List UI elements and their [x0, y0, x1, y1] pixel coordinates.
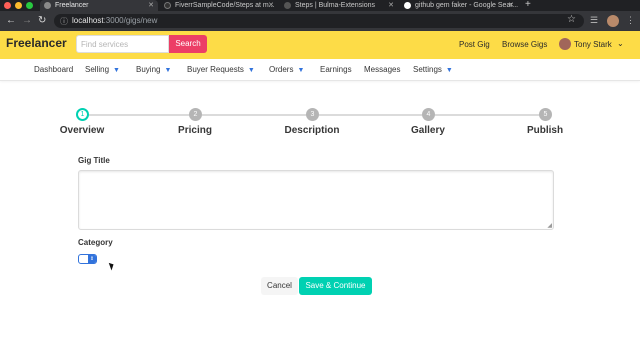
minimize-window-button[interactable]: [15, 2, 22, 9]
browser-tab-freelancer[interactable]: Freelancer ✕: [40, 0, 158, 11]
tab-title: Freelancer: [55, 2, 89, 9]
more-menu-icon[interactable]: ⋮: [626, 15, 635, 26]
step-label-pricing: Pricing: [178, 125, 212, 136]
browser-tab-google[interactable]: github gem faker - Google Sear... ✕: [400, 0, 518, 11]
gig-title-label: Gig Title: [78, 156, 110, 165]
page-icon: [284, 2, 291, 9]
post-gig-link[interactable]: Post Gig: [459, 40, 490, 49]
close-tab-icon[interactable]: ✕: [388, 0, 394, 11]
user-avatar[interactable]: [559, 38, 571, 50]
search-button[interactable]: Search: [169, 35, 207, 53]
new-tab-button[interactable]: +: [525, 0, 531, 10]
globe-icon: [44, 2, 51, 9]
category-select[interactable]: ⇕: [78, 254, 97, 264]
step-marker-pricing[interactable]: 2: [189, 108, 202, 121]
step-label-overview: Overview: [59, 125, 105, 136]
menu-item-label: Selling: [85, 65, 110, 74]
step-marker-description[interactable]: 3: [306, 108, 319, 121]
menu-item-label: Earnings: [320, 65, 352, 74]
forward-arrow-icon[interactable]: →: [22, 15, 32, 27]
chevron-down-icon: ▼: [247, 67, 255, 74]
google-icon: [404, 2, 411, 9]
github-icon: [164, 2, 171, 9]
dashboard-menu: Dashboard Selling ▼ Buying ▼ Buyer Request…: [0, 59, 640, 81]
mouse-cursor: [108, 261, 116, 271]
search-input[interactable]: [76, 35, 169, 53]
address-bar[interactable]: ⓘ localhost:3000/gigs/new ☆: [54, 14, 584, 28]
step-label-gallery: Gallery: [411, 125, 445, 136]
close-tab-icon[interactable]: ✕: [508, 0, 514, 11]
step-connector: [435, 114, 539, 116]
select-arrows-icon: ⇕: [88, 255, 96, 263]
menu-item-dashboard[interactable]: Dashboard: [34, 65, 73, 74]
reload-icon[interactable]: ↻: [38, 15, 46, 27]
gig-title-textarea[interactable]: ◢: [78, 170, 554, 230]
menu-item-buyer-requests[interactable]: Buyer Requests ▼: [187, 65, 255, 74]
step-label-publish: Publish: [526, 125, 564, 136]
menu-item-orders[interactable]: Orders ▼: [269, 65, 304, 74]
menu-item-label: Settings: [413, 65, 442, 74]
maximize-window-button[interactable]: [26, 2, 33, 9]
url-path: :3000/gigs/new: [103, 16, 158, 25]
back-arrow-icon[interactable]: ←: [6, 15, 16, 27]
user-menu-name[interactable]: Tony Stark: [574, 40, 612, 49]
browser-tab-bulma-steps[interactable]: Steps | Bulma-Extensions ✕: [280, 0, 398, 11]
step-marker-overview[interactable]: 1: [76, 108, 89, 121]
step-connector: [202, 114, 306, 116]
close-window-button[interactable]: [4, 2, 11, 9]
close-tab-icon[interactable]: ✕: [148, 0, 154, 11]
menu-item-earnings[interactable]: Earnings: [320, 65, 352, 74]
url-text: localhost:3000/gigs/new: [72, 16, 157, 25]
close-tab-icon[interactable]: ✕: [268, 0, 274, 11]
category-label: Category: [78, 238, 113, 247]
resize-handle-icon[interactable]: ◢: [547, 222, 552, 229]
menu-item-selling[interactable]: Selling ▼: [85, 65, 120, 74]
browser-tab-fiverr[interactable]: FiverrSampleCode/Steps at m... ✕: [160, 0, 278, 11]
chevron-down-icon[interactable]: ⌄: [617, 39, 624, 48]
tab-title: github gem faker - Google Sear...: [415, 2, 518, 9]
menu-item-label: Buyer Requests: [187, 65, 244, 74]
step-connector: [319, 114, 422, 116]
chevron-down-icon: ▼: [113, 67, 120, 74]
menu-item-label: Messages: [364, 65, 401, 74]
menu-item-label: Orders: [269, 65, 294, 74]
menu-item-label: Buying: [136, 65, 161, 74]
chevron-down-icon: ▼: [297, 67, 305, 74]
browser-toolbar: ← → ↻ ⓘ localhost:3000/gigs/new ☆ ☰ ⋮: [0, 11, 640, 31]
chevron-down-icon: ▼: [164, 67, 172, 74]
step-connector: [89, 114, 189, 116]
tab-title: Steps | Bulma-Extensions: [295, 2, 376, 9]
browser-tab-bar: Freelancer ✕ FiverrSampleCode/Steps at m…: [0, 0, 640, 11]
brand-logo[interactable]: Freelancer: [6, 36, 67, 50]
step-marker-gallery[interactable]: 4: [422, 108, 435, 121]
info-icon[interactable]: ⓘ: [60, 16, 68, 27]
menu-item-label: Dashboard: [34, 65, 74, 74]
cancel-button[interactable]: Cancel: [261, 277, 298, 295]
profile-avatar[interactable]: [607, 15, 619, 27]
menu-item-messages[interactable]: Messages: [364, 65, 400, 74]
chevron-down-icon: ▼: [445, 67, 453, 74]
menu-item-buying[interactable]: Buying ▼: [136, 65, 171, 74]
bookmark-star-icon[interactable]: ☆: [567, 14, 576, 25]
menu-item-settings[interactable]: Settings ▼: [413, 65, 453, 74]
step-marker-publish[interactable]: 5: [539, 108, 552, 121]
app-navbar: Freelancer Search Post Gig Browse Gigs T…: [0, 31, 640, 59]
browse-gigs-link[interactable]: Browse Gigs: [502, 40, 547, 49]
tab-title: FiverrSampleCode/Steps at m...: [175, 2, 275, 9]
step-label-description: Description: [284, 125, 340, 136]
browser-chrome: Freelancer ✕ FiverrSampleCode/Steps at m…: [0, 0, 640, 31]
save-continue-button[interactable]: Save & Continue: [299, 277, 372, 295]
url-host: localhost: [72, 16, 104, 25]
extension-icon[interactable]: ☰: [590, 15, 598, 26]
